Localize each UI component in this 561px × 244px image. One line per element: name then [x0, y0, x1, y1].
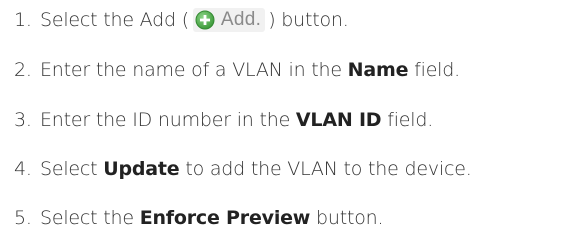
step-number: 3. [14, 109, 32, 131]
step-number: 2. [14, 59, 32, 81]
add-button[interactable]: Add. [192, 8, 266, 32]
instruction-steps: 1. Select the Add ( Add. ) button. 2. En… [0, 0, 561, 244]
step-number: 5. [14, 207, 32, 229]
update-button-label: Update [103, 158, 180, 180]
step-text-after: button. [310, 207, 384, 229]
step-number: 4. [14, 158, 32, 180]
add-button-label: Add. [220, 9, 262, 30]
step-text-before: Enter the ID number in the [40, 109, 296, 131]
enforce-preview-button-label: Enforce Preview [139, 207, 311, 229]
step-text-after: field. [408, 59, 460, 81]
step-text-before: Select the Add ( [40, 9, 189, 31]
step-text-after: to add the VLAN to the device. [179, 158, 472, 180]
step-2: 2. Enter the name of a VLAN in the Name … [14, 56, 460, 84]
field-name-label: Name [347, 59, 409, 81]
step-text-after: field. [381, 109, 434, 131]
step-text-before: Enter the name of a VLAN in the [40, 59, 348, 81]
step-3: 3. Enter the ID number in the VLAN ID fi… [14, 106, 433, 134]
add-circle-icon [195, 10, 215, 30]
step-text-before: Select [40, 158, 104, 180]
step-1: 1. Select the Add ( Add. ) button. [14, 6, 349, 34]
step-4: 4. Select Update to add the VLAN to the … [14, 155, 472, 183]
step-text-after: ) button. [268, 9, 349, 31]
field-vlan-id-label: VLAN ID [295, 109, 382, 131]
step-5: 5. Select the Enforce Preview button. [14, 204, 384, 232]
step-number: 1. [14, 9, 32, 31]
step-text-before: Select the [40, 207, 140, 229]
